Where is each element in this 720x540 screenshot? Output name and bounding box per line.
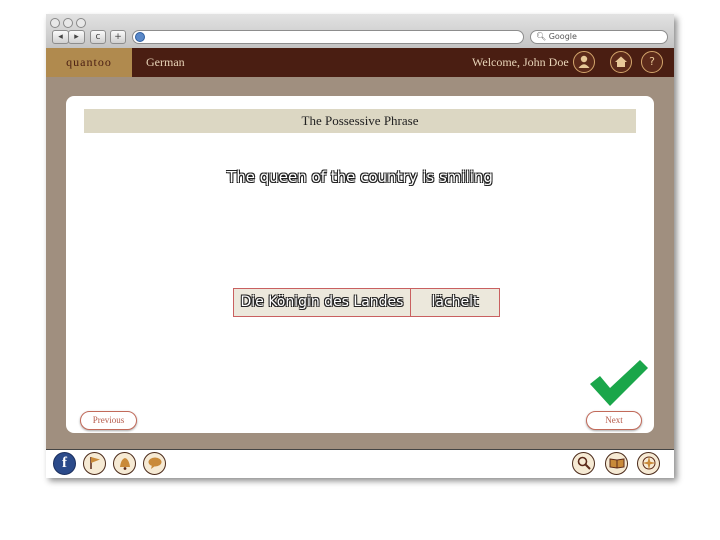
magnifier-icon[interactable] bbox=[572, 452, 595, 475]
search-field[interactable]: 🔍︎ Google bbox=[530, 30, 668, 44]
flag-icon[interactable] bbox=[83, 452, 106, 475]
exercise-card: The Possessive Phrase The queen of the c… bbox=[66, 96, 654, 433]
answer-tile-verb[interactable]: lächelt bbox=[410, 288, 500, 317]
app-header: quantoo German Welcome, John Doe ? bbox=[46, 48, 674, 77]
next-button[interactable]: Next bbox=[586, 411, 642, 430]
speech-bubble-icon[interactable] bbox=[143, 452, 166, 475]
search-placeholder: Google bbox=[548, 32, 577, 41]
back-button[interactable]: ◂ bbox=[52, 30, 69, 44]
zoom-window-button[interactable] bbox=[76, 18, 86, 28]
browser-window: ◂ ▸ c + 🔍︎ Google quantoo German Welcome… bbox=[46, 14, 674, 478]
minimize-window-button[interactable] bbox=[63, 18, 73, 28]
book-icon[interactable] bbox=[605, 452, 628, 475]
user-icon[interactable] bbox=[573, 51, 595, 73]
bottom-toolbar: f bbox=[46, 449, 674, 478]
course-title: German bbox=[146, 55, 185, 69]
compass-icon[interactable] bbox=[637, 452, 660, 475]
welcome-text: Welcome, John Doe bbox=[472, 55, 569, 69]
answer-tile-subject[interactable]: Die Königin des Landes bbox=[233, 288, 411, 317]
close-window-button[interactable] bbox=[50, 18, 60, 28]
help-icon[interactable]: ? bbox=[641, 51, 663, 73]
bell-icon[interactable] bbox=[113, 452, 136, 475]
previous-button[interactable]: Previous bbox=[80, 411, 137, 430]
exercise-title: The Possessive Phrase bbox=[84, 109, 636, 133]
browser-chrome: ◂ ▸ c + 🔍︎ Google bbox=[46, 14, 674, 49]
search-icon: 🔍︎ bbox=[536, 32, 547, 41]
globe-icon bbox=[135, 32, 145, 42]
facebook-icon[interactable]: f bbox=[53, 452, 76, 475]
reload-button[interactable]: c bbox=[90, 30, 106, 44]
add-bookmark-button[interactable]: + bbox=[110, 30, 126, 44]
forward-button[interactable]: ▸ bbox=[68, 30, 85, 44]
checkmark-icon bbox=[590, 360, 648, 406]
prompt-sentence: The queen of the country is smiling bbox=[227, 168, 493, 186]
home-icon[interactable] bbox=[610, 51, 632, 73]
app-logo[interactable]: quantoo bbox=[46, 48, 132, 77]
address-bar[interactable] bbox=[132, 30, 524, 44]
